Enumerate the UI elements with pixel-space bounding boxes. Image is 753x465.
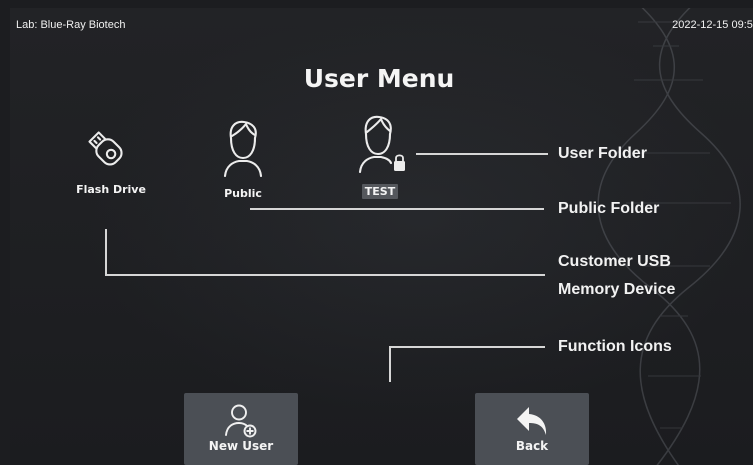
public-folder-leader-line (250, 208, 544, 210)
public-folder[interactable]: Public (206, 116, 280, 201)
usb-leader-vertical-line (105, 229, 107, 275)
locked-user-icon (358, 115, 405, 174)
lab-name: Lab: Blue-Ray Biotech (16, 19, 126, 31)
usb-leader-horizontal-line (105, 274, 545, 276)
flash-drive-label: Flash Drive (76, 183, 146, 196)
flash-drive-icon (88, 131, 123, 166)
back-label: Back (515, 439, 549, 453)
lock-icon (394, 154, 405, 171)
public-folder-annotation: Public Folder (558, 200, 660, 217)
user-folder-leader-line (416, 153, 548, 155)
new-user-label: New User (208, 439, 274, 453)
customer-usb-annotation-line-2: Memory Device (558, 281, 676, 298)
test-user-folder[interactable]: TEST (345, 110, 415, 199)
back-arrow-icon (517, 407, 547, 435)
user-icon (223, 120, 263, 178)
public-label: Public (224, 187, 262, 200)
add-user-icon (225, 404, 257, 438)
function-icons-leader-horizontal-line (389, 346, 545, 348)
function-icons-leader-vertical-line (389, 346, 391, 382)
user-folder-annotation: User Folder (558, 145, 647, 162)
back-button[interactable]: Back (475, 393, 589, 465)
flash-drive-folder[interactable]: Flash Drive (64, 120, 158, 197)
page-title: User Menu (303, 64, 455, 93)
customer-usb-annotation-line-1: Customer USB (558, 253, 671, 270)
test-label: TEST (361, 184, 399, 199)
user-menu-screen: Lab: Blue-Ray Biotech 2022-12-15 09:59 U… (10, 8, 753, 465)
function-icons-annotation: Function Icons (558, 338, 672, 355)
status-timestamp: 2022-12-15 09:59 (672, 19, 753, 31)
new-user-button[interactable]: New User (184, 393, 298, 465)
